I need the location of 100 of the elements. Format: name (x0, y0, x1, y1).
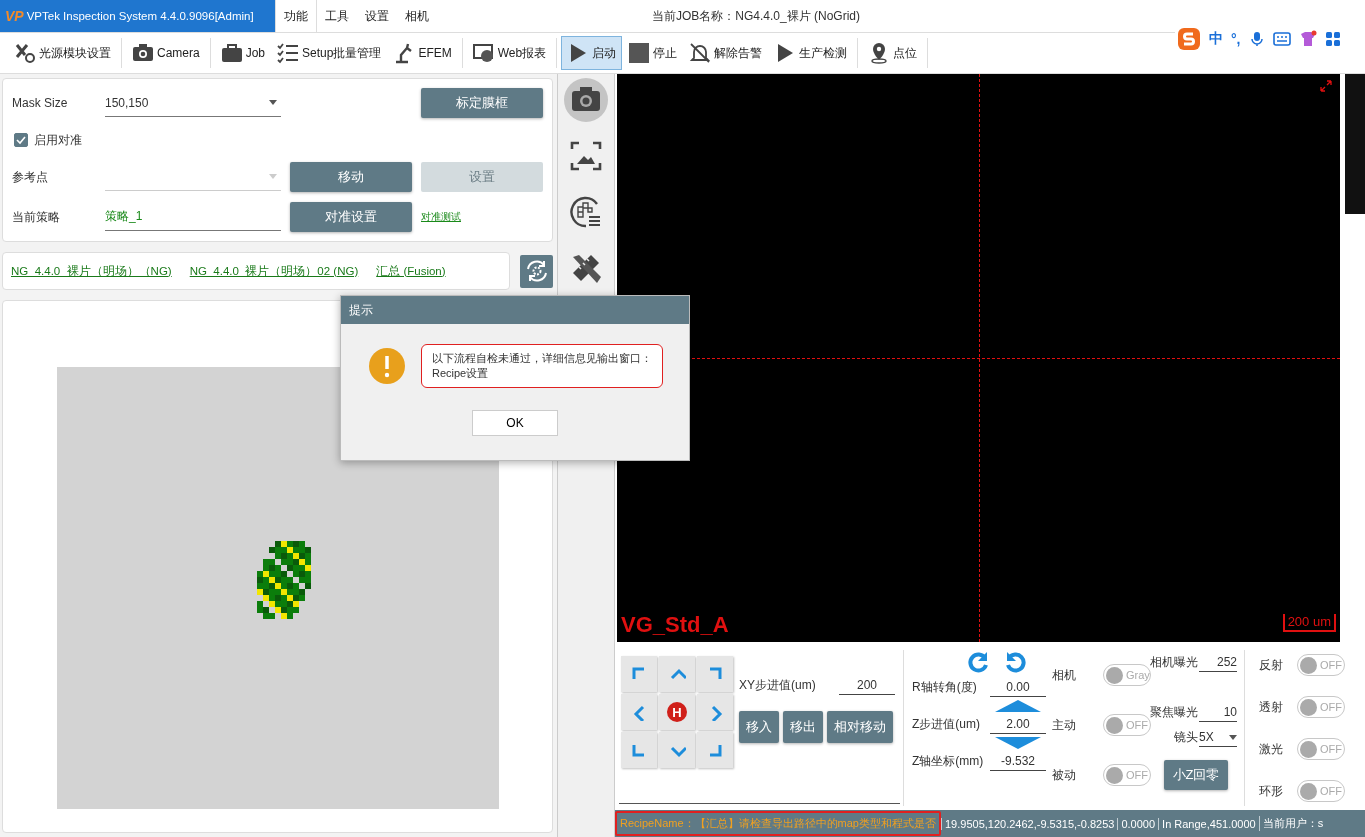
mode-label: 主动 (1052, 716, 1077, 734)
ime-logo-icon[interactable] (1177, 27, 1201, 51)
home-button[interactable]: H (659, 694, 695, 730)
z-step-field[interactable]: 2.00 (990, 715, 1046, 734)
field-label: Z轴坐标(mm) (912, 753, 984, 770)
microphone-icon[interactable] (1248, 31, 1265, 47)
motion-button[interactable]: 移入 (739, 711, 779, 743)
rotate-right-icon[interactable] (1004, 650, 1028, 674)
light-label: 透射 (1259, 698, 1283, 716)
keyboard-icon[interactable] (1272, 32, 1291, 46)
xy-step-field[interactable]: 200 (839, 676, 895, 695)
menu-tab[interactable]: 工具 (317, 0, 357, 32)
field-label: 镜头 (1174, 729, 1198, 746)
jog-button[interactable] (621, 694, 657, 730)
warning-icon (369, 347, 405, 384)
wafer-list-icon (569, 195, 603, 229)
toolbar-button[interactable]: EFEM (387, 36, 458, 70)
field-label: Z步进值(um) (912, 716, 980, 733)
bell-off-icon (689, 42, 712, 64)
mask-size-dropdown[interactable]: 150,150 (105, 89, 281, 117)
field-label: XY步进值(um) (739, 677, 816, 694)
z-home-button[interactable]: 小Z回零 (1164, 760, 1228, 790)
toolbar-button[interactable]: 启动 (561, 36, 623, 70)
z-position-field[interactable]: -9.532 (990, 752, 1046, 771)
move-button[interactable]: 移动 (290, 162, 412, 192)
field-label: 当前策略 (12, 208, 61, 226)
light-label: 反射 (1259, 656, 1283, 674)
toolbar-button[interactable]: Web报表 (466, 36, 553, 70)
recipe-link[interactable]: NG_4.4.0_裸片（明场）（NG) (11, 263, 172, 279)
exposure-field[interactable]: 252 (1199, 653, 1237, 672)
field-label: 参考点 (12, 168, 49, 186)
toolbar-button[interactable]: Job (214, 36, 272, 70)
checkbox[interactable] (14, 133, 28, 147)
status-coordinates: 19.9505,120.2462,-9.5315,-0.8253 (941, 817, 1118, 830)
stop-icon (628, 42, 651, 64)
focus-exposure-field[interactable]: 10 (1199, 703, 1237, 722)
grid-apps-icon[interactable] (1324, 31, 1341, 47)
recipe-overlay-label: VG_Std_A (621, 612, 729, 638)
ime-mode[interactable]: °, (1231, 31, 1241, 47)
motion-button[interactable]: 移出 (783, 711, 823, 743)
expand-arrows-icon[interactable] (1320, 80, 1332, 92)
toolbar-button[interactable]: 停止 (622, 36, 684, 70)
jog-button[interactable] (621, 732, 657, 768)
mode-label: 相机 (1052, 666, 1077, 684)
recipe-link[interactable]: 汇总 (Fusion) (376, 263, 446, 279)
jog-button[interactable] (659, 656, 695, 692)
job-name: 当前JOB名称：NG4.4.0_裸片 (NoGrid) (652, 7, 861, 25)
refresh-button[interactable] (520, 254, 553, 288)
status-range: In Range,451.0000 (1158, 817, 1259, 830)
toolbar-button[interactable]: 点位 (862, 36, 924, 70)
scale-bar: 200 um (1282, 614, 1336, 632)
calibrate-button[interactable]: 标定膜框 (421, 88, 543, 118)
strategy-field[interactable]: 策略_1 (105, 203, 281, 231)
alignment-test-link[interactable]: 对准测试 (421, 210, 543, 224)
toolbar-button[interactable]: 生产检测 (768, 36, 854, 70)
dialog-title: 提示 (341, 296, 689, 324)
lens-dropdown[interactable]: 5X (1199, 728, 1237, 747)
menu-tab[interactable]: 相机 (397, 0, 437, 32)
menu-tab[interactable]: 功能 (275, 0, 317, 32)
toolbar-button[interactable]: 光源模块设置 (8, 36, 117, 70)
shirt-icon[interactable] (1298, 30, 1317, 48)
mode-label: 被动 (1052, 766, 1077, 784)
r-angle-field[interactable]: 0.00 (990, 678, 1046, 697)
ime-mode[interactable]: 中 (1209, 30, 1223, 48)
briefcase-icon (220, 42, 243, 64)
app-logo: VP (5, 8, 24, 24)
recipe-link[interactable]: NG_4.4.0_裸片（明场）02 (NG) (189, 263, 359, 279)
field-label: Mask Size (12, 96, 69, 110)
alignment-settings-button[interactable]: 对准设置 (290, 202, 412, 232)
light-label: 环形 (1259, 782, 1283, 800)
status-message: RecipeName：【汇总】请检查导出路径中的map类型和程式是否 (615, 811, 941, 836)
jog-button[interactable] (659, 732, 695, 768)
jog-button[interactable] (697, 732, 733, 768)
rotate-left-icon[interactable] (966, 650, 990, 674)
ok-button[interactable]: OK (472, 409, 558, 436)
field-label: 相机曝光 (1150, 654, 1198, 671)
toolbar-button[interactable]: Setup批量管理 (271, 36, 388, 70)
menu-tab[interactable]: 设置 (357, 0, 397, 32)
jog-button[interactable] (621, 656, 657, 692)
image-frame-icon (569, 139, 603, 173)
status-angle: 0.0000 (1117, 817, 1159, 830)
app-title: VPTek Inspection System 4.4.0.9096[Admin] (26, 10, 254, 22)
jog-button[interactable] (697, 656, 733, 692)
dialog-message: 以下流程自检未通过，详细信息见输出窗口： Recipe设置 (421, 344, 663, 388)
toolbar-button[interactable]: 解除告警 (683, 36, 769, 70)
field-label: 聚焦曝光 (1150, 704, 1198, 721)
z-down-arrow-icon[interactable] (995, 737, 1041, 749)
toolbar-button[interactable]: Camera (126, 36, 206, 70)
motion-button[interactable]: 相对移动 (827, 711, 893, 743)
jog-button[interactable] (697, 694, 733, 730)
z-up-arrow-icon[interactable] (995, 700, 1041, 712)
camera-icon (132, 42, 154, 64)
checkbox-label: 启用对准 (34, 131, 82, 149)
checklist-icon (277, 42, 300, 64)
side-tool-button[interactable] (564, 78, 608, 122)
lamp-gear-icon (14, 42, 36, 64)
light-label: 激光 (1259, 740, 1283, 758)
status-user: 当前用户：s (1258, 816, 1327, 831)
monitor-icon (472, 42, 495, 64)
field-label: R轴转角(度) (912, 679, 977, 696)
